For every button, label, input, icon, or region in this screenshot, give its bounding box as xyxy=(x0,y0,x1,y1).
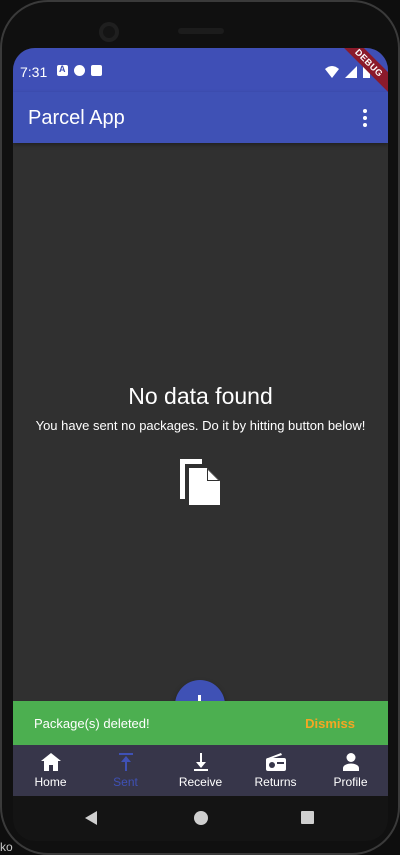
more-vert-icon[interactable] xyxy=(352,104,378,132)
main-content: No data found You have sent no packages.… xyxy=(13,143,388,703)
person-icon xyxy=(342,753,359,771)
sd-card-icon xyxy=(91,65,102,76)
back-icon[interactable] xyxy=(85,811,97,825)
snackbar: Package(s) deleted! Dismiss xyxy=(13,701,388,745)
notification-p-icon xyxy=(74,65,85,76)
front-camera xyxy=(99,22,119,42)
nav-label-returns: Returns xyxy=(254,775,297,789)
status-bar: 7:31 DEBUG xyxy=(13,48,388,100)
copy-document-icon xyxy=(180,459,220,505)
signal-icon xyxy=(345,65,357,78)
nav-item-home[interactable]: Home xyxy=(13,745,88,796)
nav-item-sent[interactable]: Sent xyxy=(88,745,163,796)
notification-a-icon xyxy=(57,64,68,76)
nav-label-home: Home xyxy=(34,775,67,789)
dismiss-button[interactable]: Dismiss xyxy=(305,716,355,731)
bottom-navigation: Home Sent Receive Returns Profile xyxy=(13,745,388,796)
empty-state-title: No data found xyxy=(128,383,273,409)
wifi-icon xyxy=(325,65,339,78)
snackbar-message: Package(s) deleted! xyxy=(34,716,150,731)
nav-item-profile[interactable]: Profile xyxy=(313,745,388,796)
app-title: Parcel App xyxy=(28,107,125,129)
nav-label-sent: Sent xyxy=(113,775,138,789)
nav-item-receive[interactable]: Receive xyxy=(163,745,238,796)
nav-label-receive: Receive xyxy=(178,775,223,789)
empty-state-subtitle: You have sent no packages. Do it by hitt… xyxy=(35,418,366,433)
status-time: 7:31 xyxy=(20,64,48,80)
upload-icon xyxy=(118,753,133,771)
earpiece-speaker xyxy=(178,28,224,34)
download-icon xyxy=(193,753,208,771)
home-icon xyxy=(40,753,61,771)
nav-item-returns[interactable]: Returns xyxy=(238,745,313,796)
app-screen: 7:31 DEBUG Parcel App No data found xyxy=(13,48,388,796)
corner-text: ko xyxy=(0,840,13,854)
app-bar: Parcel App xyxy=(13,92,388,143)
home-circle-icon[interactable] xyxy=(194,811,208,825)
system-navigation-bar xyxy=(13,796,388,841)
radio-icon xyxy=(265,753,286,771)
notification-icons xyxy=(57,64,102,76)
recents-icon[interactable] xyxy=(301,811,314,824)
nav-label-profile: Profile xyxy=(333,775,368,789)
